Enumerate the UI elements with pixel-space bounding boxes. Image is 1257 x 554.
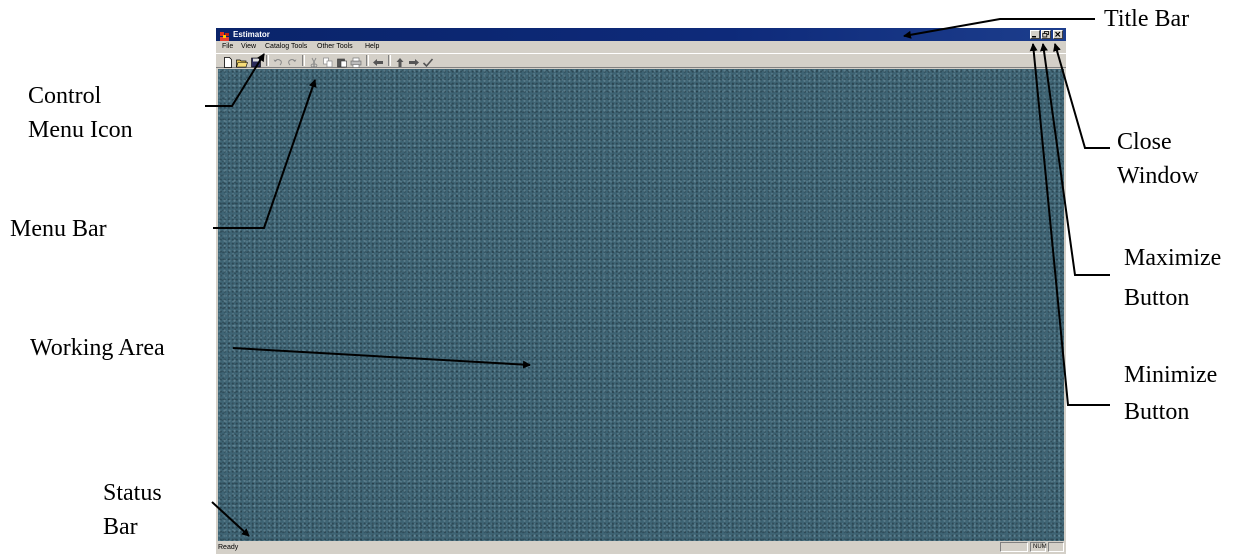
arrow-status-bar [211, 501, 250, 537]
menu-bar-label: Menu Bar [10, 216, 107, 242]
maximize-button-label-line1: Maximize [1124, 245, 1222, 271]
status-bar-label-line2: Bar [103, 514, 138, 540]
arrow-close-window [1053, 43, 1110, 149]
control-menu-icon-label-line1: Control [28, 83, 102, 109]
annotation-arrows [205, 18, 1110, 537]
arrow-title-bar [903, 18, 1095, 39]
arrow-working-area [232, 347, 531, 369]
title-bar-label: Title Bar [1104, 6, 1190, 32]
maximize-button-label-line2: Button [1124, 285, 1190, 311]
arrow-menu-bar [213, 79, 317, 229]
arrow-control-menu-icon [205, 53, 265, 107]
close-window-label-line1: Close [1117, 129, 1172, 155]
arrow-maximize-button [1039, 43, 1110, 276]
close-window-label-line2: Window [1117, 163, 1199, 189]
working-area-label: Working Area [30, 335, 165, 361]
status-bar-label-line1: Status [103, 480, 162, 506]
minimize-button-label-line2: Button [1124, 399, 1190, 425]
minimize-button-label-line1: Minimize [1124, 362, 1218, 388]
control-menu-icon-label-line2: Menu Icon [28, 117, 133, 143]
